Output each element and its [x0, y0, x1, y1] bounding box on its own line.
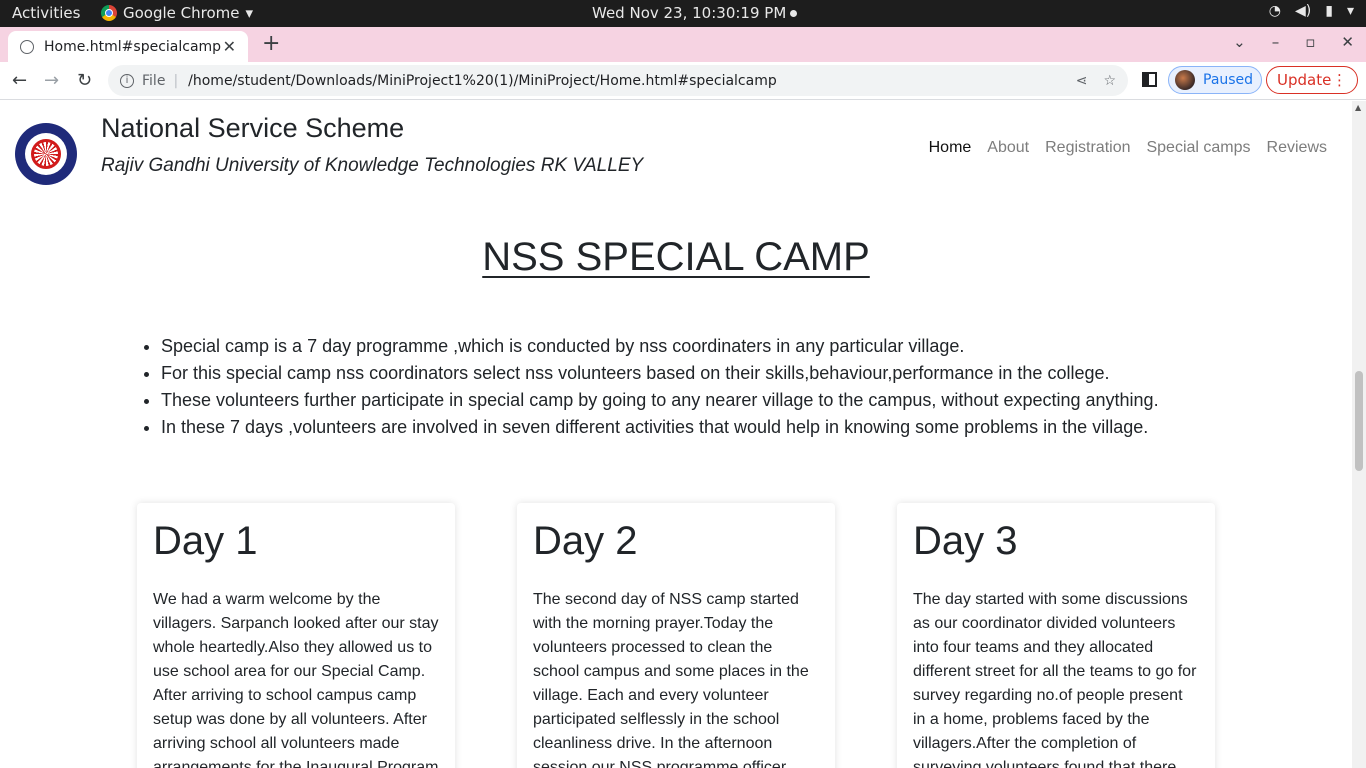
card-title: Day 3	[913, 519, 1018, 563]
section-heading: NSS SPECIAL CAMP	[0, 235, 1352, 280]
chevron-down-icon: ▾	[1346, 3, 1354, 19]
new-tab-button[interactable]: +	[262, 31, 280, 56]
info-icon[interactable]: i	[120, 73, 134, 88]
maximize-icon[interactable]: ▫	[1305, 33, 1315, 51]
volume-icon: ◀)	[1295, 3, 1312, 19]
close-icon[interactable]: ✕	[223, 37, 236, 56]
nav-about[interactable]: About	[987, 139, 1029, 157]
window-controls: ⌄ – ▫ ✕	[1233, 33, 1354, 51]
web-page: National Service Scheme Rajiv Gandhi Uni…	[0, 101, 1352, 768]
nss-logo[interactable]	[15, 123, 77, 185]
file-label: File	[142, 72, 166, 89]
list-item: For this special camp nss coordinators s…	[161, 360, 1159, 387]
wifi-icon: ◔	[1268, 3, 1282, 19]
site-title: National Service Scheme	[101, 113, 405, 143]
share-icon[interactable]: ⋖	[1076, 73, 1088, 89]
address-bar[interactable]: i File | /home/student/Downloads/MiniPro…	[108, 65, 1128, 96]
day-card: Day 3 The day started with some discussi…	[897, 503, 1215, 768]
battery-icon: ▮	[1325, 3, 1333, 19]
globe-icon	[20, 39, 34, 54]
main-nav: Home About Registration Special camps Re…	[929, 139, 1327, 157]
tab-strip: Home.html#specialcamp ✕ + ⌄ – ▫ ✕	[0, 27, 1366, 62]
close-window-icon[interactable]: ✕	[1341, 33, 1354, 51]
day-card: Day 2 The second day of NSS camp started…	[517, 503, 835, 768]
card-text: The day started with some discussions as…	[913, 591, 1197, 768]
clock-text: Wed Nov 23, 10:30:19 PM	[592, 4, 787, 22]
camp-info-list: Special camp is a 7 day programme ,which…	[161, 333, 1159, 441]
list-item: These volunteers further participate in …	[161, 387, 1159, 414]
nav-special-camps[interactable]: Special camps	[1146, 139, 1250, 157]
reload-icon[interactable]: ↻	[77, 70, 92, 91]
nav-home[interactable]: Home	[929, 139, 972, 157]
browser-toolbar: ← → ↻ i File | /home/student/Downloads/M…	[0, 62, 1366, 100]
chevron-down-icon: ▾	[245, 4, 254, 22]
clock[interactable]: Wed Nov 23, 10:30:19 PM	[592, 4, 798, 22]
update-button[interactable]: Update ⋮	[1266, 66, 1358, 94]
page-scrollbar[interactable]: ▲	[1352, 101, 1366, 768]
card-text: The second day of NSS camp started with …	[533, 591, 809, 768]
nav-reviews[interactable]: Reviews	[1267, 139, 1327, 157]
url-text[interactable]: /home/student/Downloads/MiniProject1%20(…	[188, 73, 1076, 89]
tab-title: Home.html#specialcamp	[44, 38, 222, 55]
update-label: Update	[1277, 71, 1332, 89]
chrome-icon	[101, 5, 117, 21]
card-text: We had a warm welcome by the villagers. …	[153, 591, 439, 768]
wheel-icon	[31, 139, 61, 169]
app-name: Google Chrome	[123, 4, 240, 22]
nav-registration[interactable]: Registration	[1045, 139, 1130, 157]
section-heading-text: NSS SPECIAL CAMP	[482, 235, 870, 279]
card-title: Day 2	[533, 519, 638, 563]
back-icon[interactable]: ←	[12, 70, 27, 91]
card-title: Day 1	[153, 519, 258, 563]
tab-search-icon[interactable]: ⌄	[1233, 33, 1246, 51]
profile-status: Paused	[1203, 72, 1254, 88]
side-panel-icon[interactable]	[1142, 72, 1157, 87]
bookmark-star-icon[interactable]: ☆	[1103, 73, 1116, 89]
system-tray[interactable]: ◔ ◀) ▮ ▾	[1269, 3, 1354, 19]
os-top-bar: Activities Google Chrome ▾ Wed Nov 23, 1…	[0, 0, 1366, 27]
more-vert-icon: ⋮	[1332, 71, 1347, 89]
omnibox-actions: ⋖ ☆	[1076, 73, 1116, 89]
scroll-up-icon[interactable]: ▲	[1355, 103, 1361, 112]
notification-dot-icon	[790, 10, 798, 17]
logo-inner	[25, 133, 67, 175]
profile-button[interactable]: Paused	[1168, 66, 1262, 94]
divider: |	[173, 72, 179, 89]
scrollbar-thumb[interactable]	[1355, 371, 1363, 471]
app-menu[interactable]: Google Chrome ▾	[101, 4, 253, 22]
list-item: Special camp is a 7 day programme ,which…	[161, 333, 1159, 360]
activities-button[interactable]: Activities	[12, 4, 80, 22]
tab-home[interactable]: Home.html#specialcamp ✕	[8, 31, 248, 62]
list-item: In these 7 days ,volunteers are involved…	[161, 414, 1159, 441]
forward-icon[interactable]: →	[44, 70, 59, 91]
site-subtitle: Rajiv Gandhi University of Knowledge Tec…	[101, 155, 644, 176]
minimize-icon[interactable]: –	[1272, 33, 1280, 51]
day-card: Day 1 We had a warm welcome by the villa…	[137, 503, 455, 768]
avatar	[1175, 70, 1195, 90]
